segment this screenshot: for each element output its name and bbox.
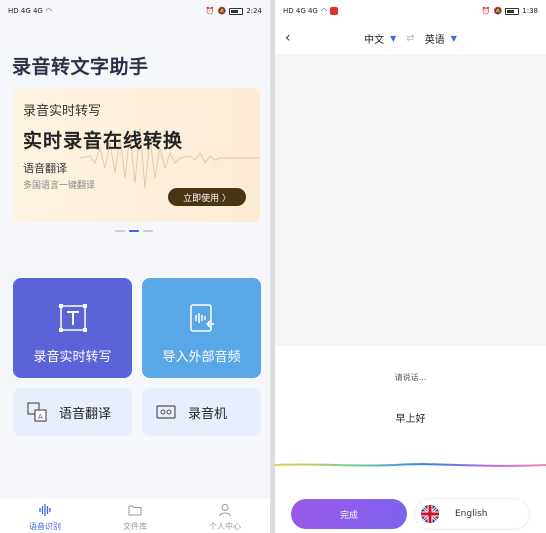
import-audio-card[interactable]: 导入外部音频 — [142, 278, 261, 378]
tab-label: 语音识别 — [29, 522, 61, 531]
uk-flag-icon — [421, 505, 439, 523]
recorder-card[interactable]: 录音机 — [142, 388, 261, 436]
tab-label: 个人中心 — [209, 522, 241, 531]
voice-wave-icon — [275, 463, 546, 467]
top-nav: ‹ 中文 ▼ ⇄ 英语 ▼ — [275, 22, 546, 54]
recognized-text: 早上好 — [395, 414, 426, 425]
translate-icon: A — [27, 402, 47, 422]
source-language-label: 中文 — [364, 34, 385, 46]
speech-panel: 请说话... 早上好 完成 English — [275, 346, 546, 533]
caret-down-icon: ▼ — [450, 33, 457, 43]
carousel-dot — [115, 230, 125, 232]
status-network-text: HD 4G 4G — [8, 7, 43, 15]
tab-file-library[interactable]: 文件库 — [90, 499, 180, 533]
recorder-label: 录音机 — [188, 406, 228, 422]
voice-translate-label: 语音翻译 — [59, 406, 112, 422]
import-audio-label: 导入外部音频 — [162, 350, 241, 365]
status-bar: HD 4G 4G ◠ ⏰ 🔕 2:24 — [0, 0, 270, 22]
output-language-label: English — [455, 509, 488, 519]
tab-label: 文件库 — [123, 522, 147, 531]
mute-icon: 🔕 — [493, 7, 503, 15]
realtime-transcribe-card[interactable]: 录音实时转写 — [13, 278, 132, 378]
wifi-icon: ◠ — [45, 7, 52, 15]
status-time: 2:24 — [246, 7, 262, 15]
alarm-icon: ⏰ — [481, 7, 491, 15]
folder-icon — [128, 505, 142, 516]
svg-text:A: A — [38, 413, 43, 421]
swap-languages-icon[interactable]: ⇄ — [406, 33, 414, 44]
banner-headline: 实时录音在线转换 — [23, 130, 184, 152]
battery-icon — [229, 7, 244, 15]
recorder-icon — [156, 405, 176, 419]
app-title: 录音转文字助手 — [12, 56, 149, 78]
status-bar: HD 4G 4G ◠ ⏰ 🔕 1:38 — [275, 0, 546, 22]
carousel-indicator — [115, 230, 153, 232]
status-network-text: HD 4G 4G — [283, 7, 318, 15]
status-time: 1:38 — [522, 7, 538, 15]
source-language-select[interactable]: 中文 ▼ — [364, 31, 396, 46]
wifi-icon: ◠ — [320, 7, 327, 15]
caret-down-icon: ▼ — [390, 33, 397, 43]
target-language-label: 英语 — [424, 34, 445, 46]
text-recognition-icon — [58, 304, 87, 332]
back-icon[interactable]: ‹ — [285, 30, 291, 46]
speak-prompt: 请说话... — [394, 373, 427, 382]
import-audio-icon — [189, 304, 214, 332]
tab-profile[interactable]: 个人中心 — [180, 499, 270, 533]
user-icon — [219, 504, 231, 517]
voice-translate-screen: HD 4G 4G ◠ ⏰ 🔕 1:38 ‹ 中文 ▼ ⇄ 英语 ▼ 请说话...… — [275, 0, 546, 533]
mute-icon: 🔕 — [217, 7, 227, 15]
bottom-tab-bar: 语音识别 文件库 个人中心 — [0, 499, 270, 533]
voice-translate-card[interactable]: A 语音翻译 — [13, 388, 132, 436]
banner-feature-desc: 多国语言一键翻译 — [23, 181, 96, 191]
realtime-transcribe-label: 录音实时转写 — [33, 350, 112, 365]
alarm-icon: ⏰ — [205, 7, 215, 15]
battery-icon — [505, 7, 520, 15]
recording-indicator-icon — [329, 7, 338, 15]
transcript-area — [275, 54, 546, 346]
tab-voice-recognition[interactable]: 语音识别 — [0, 499, 90, 533]
target-language-select[interactable]: 英语 ▼ — [425, 31, 457, 46]
banner-feature: 语音翻译 — [23, 162, 67, 175]
carousel-dot-active — [129, 230, 139, 232]
output-language-pill[interactable]: English — [415, 499, 529, 529]
waveform-icon — [39, 504, 51, 516]
home-screen: HD 4G 4G ◠ ⏰ 🔕 2:24 录音转文字助手 录音实时转写 实时录音在… — [0, 0, 270, 533]
carousel-dot — [143, 230, 153, 232]
promo-banner[interactable]: 录音实时转写 实时录音在线转换 语音翻译 多国语言一键翻译 立即使用 〉 — [13, 88, 260, 222]
banner-subtitle: 录音实时转写 — [23, 104, 102, 119]
done-button[interactable]: 完成 — [291, 499, 407, 529]
use-now-button[interactable]: 立即使用 〉 — [168, 188, 246, 206]
